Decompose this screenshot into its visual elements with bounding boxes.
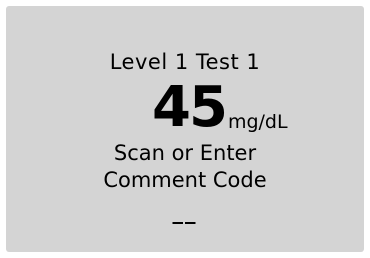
comment-code-entry-field[interactable]: __ <box>6 200 364 224</box>
test-label: Level 1 Test 1 <box>109 50 261 74</box>
reading-value: 45 <box>152 75 228 140</box>
glucose-reading: 45 mg/dL <box>152 78 288 138</box>
device-display-screen: Level 1 Test 1 45 mg/dL Scan or Enter Com… <box>6 6 364 252</box>
reading-unit: mg/dL <box>227 111 288 133</box>
prompt-line-2: Comment Code <box>103 168 267 192</box>
prompt-line-1: Scan or Enter <box>113 141 257 165</box>
comment-code-prompt: Scan or Enter Comment Code <box>6 140 364 194</box>
